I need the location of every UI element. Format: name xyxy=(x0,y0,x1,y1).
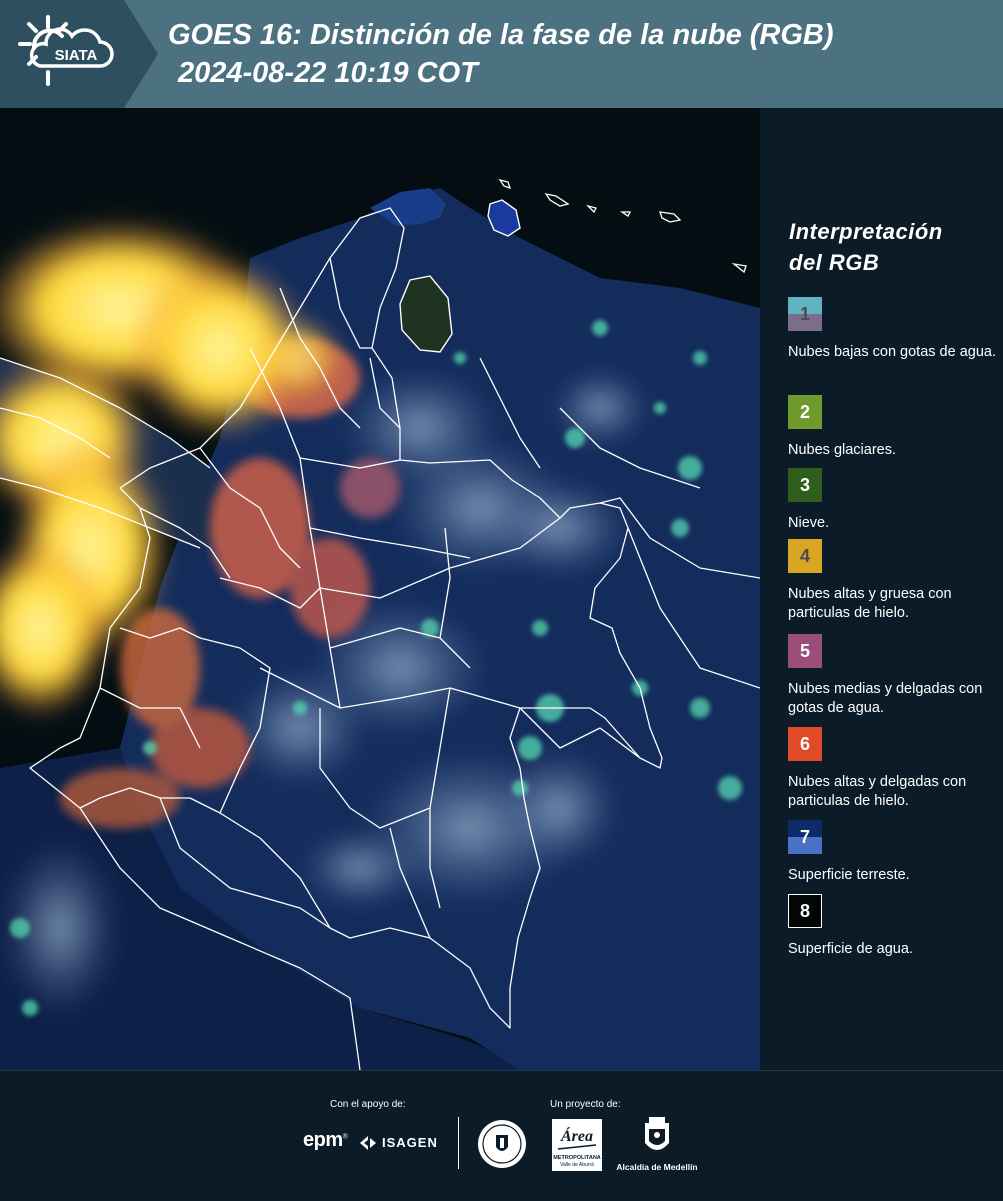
support-label: Con el apoyo de: xyxy=(330,1099,406,1110)
area-metropolitana-logo: Área METROPOLITANA Valle de Aburrá xyxy=(552,1119,602,1171)
project-label: Un proyecto de: xyxy=(550,1099,621,1110)
legend-number: 7 xyxy=(799,826,810,847)
legend-number: 5 xyxy=(799,640,810,661)
legend-label: Superficie de agua. xyxy=(788,941,913,957)
legend-item: 1 Nubes bajas con gotas de agua. xyxy=(788,297,1000,362)
legend-number: 1 xyxy=(799,303,810,324)
siata-logo-text: SIATA xyxy=(55,47,98,64)
legend-swatch: 3 xyxy=(788,468,822,502)
university-seal-icon xyxy=(478,1120,526,1168)
epm-text: epm xyxy=(303,1129,343,1151)
legend-label: Nubes altas y gruesa con particulas de h… xyxy=(788,586,952,621)
alcaldia-label: Alcaldía de Medellín xyxy=(616,1162,698,1172)
legend-swatch: 2 xyxy=(788,395,822,429)
legend-item: 8 Superficie de agua. xyxy=(788,894,1000,959)
legend-item: 3 Nieve. xyxy=(788,468,1000,533)
alcaldia-logo: Alcaldía de Medellín xyxy=(611,1117,703,1173)
legend-swatch: 7 xyxy=(788,820,822,854)
legend-swatch: 1 xyxy=(788,297,822,331)
satellite-image xyxy=(0,108,760,1070)
legend-number: 4 xyxy=(799,545,810,566)
satellite-map xyxy=(0,108,760,1070)
legend-title-line2: del RGB xyxy=(789,250,880,275)
datetime-line: 2024-08-22 10:19 COT xyxy=(178,57,478,89)
legend-item: 7 Superficie terreste. xyxy=(788,820,1000,885)
epm-logo: epm® xyxy=(303,1129,348,1152)
legend-title: Interpretación del RGB xyxy=(789,216,943,278)
legend-item: 6 Nubes altas y delgadas con particulas … xyxy=(788,727,1000,811)
legend-panel: Interpretación del RGB 1 Nubes bajas con… xyxy=(760,108,1003,1070)
legend-label: Nubes glaciares. xyxy=(788,442,896,458)
epm-registered-mark: ® xyxy=(342,1133,348,1141)
header-bar: SIATA GOES 16: Distinción de la fase de … xyxy=(0,0,1003,108)
legend-number: 6 xyxy=(799,733,810,754)
legend-swatch: 6 xyxy=(788,727,822,761)
legend-title-line1: Interpretación xyxy=(789,219,943,244)
legend-label: Nubes bajas con gotas de agua. xyxy=(788,344,996,360)
legend-swatch: 5 xyxy=(788,634,822,668)
legend-swatch: 4 xyxy=(788,539,822,573)
siata-logo: SIATA xyxy=(0,0,158,108)
area-logo-subtext: METROPOLITANA xyxy=(553,1155,601,1161)
legend-label: Nubes medias y delgadas con gotas de agu… xyxy=(788,681,983,716)
legend-item: 2 Nubes glaciares. xyxy=(788,395,1000,460)
legend-item: 4 Nubes altas y gruesa con particulas de… xyxy=(788,539,1000,623)
legend-label: Nubes altas y delgadas con particulas de… xyxy=(788,774,967,809)
coat-of-arms-icon xyxy=(645,1117,669,1150)
legend-number: 3 xyxy=(799,474,810,495)
legend-label: Nieve. xyxy=(788,515,830,531)
title-line: GOES 16: Distinción de la fase de la nub… xyxy=(168,19,834,51)
isagen-logo: ISAGEN xyxy=(382,1135,438,1150)
legend-swatch: 8 xyxy=(788,894,822,928)
area-logo-subtext2: Valle de Aburrá xyxy=(560,1162,594,1168)
legend-number: 8 xyxy=(799,900,810,921)
area-logo-text: Área xyxy=(560,1126,593,1145)
page-title: GOES 16: Distinción de la fase de la nub… xyxy=(168,16,834,92)
isagen-icon xyxy=(360,1136,376,1150)
footer-divider xyxy=(458,1117,459,1169)
legend-item: 5 Nubes medias y delgadas con gotas de a… xyxy=(788,634,1000,718)
legend-label: Superficie terreste. xyxy=(788,867,910,883)
legend-number: 2 xyxy=(799,401,810,422)
footer: Con el apoyo de: Un proyecto de: epm® IS… xyxy=(0,1070,1003,1201)
